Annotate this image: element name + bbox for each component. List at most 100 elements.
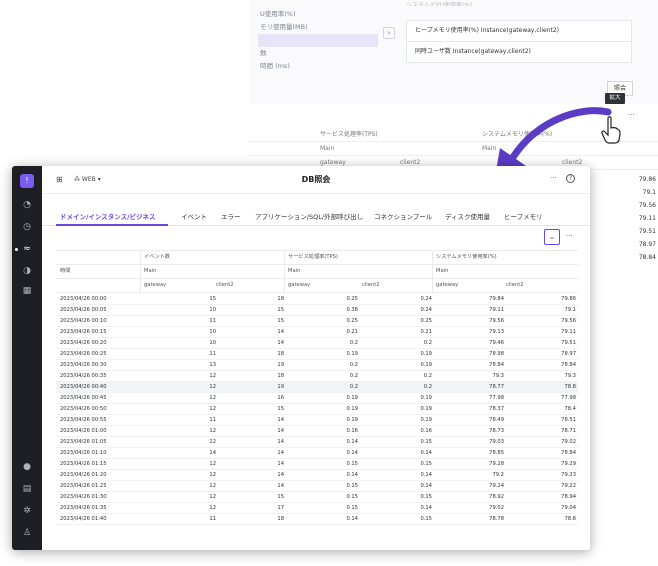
- report-icon[interactable]: ▦: [22, 286, 32, 296]
- cell-value: 0.14: [346, 472, 358, 478]
- cell-value: 12: [209, 439, 216, 445]
- col-main: Main: [436, 268, 449, 274]
- cell-value: 12: [209, 494, 216, 500]
- cell-value: 17: [277, 505, 284, 511]
- cell-value: 13: [209, 362, 216, 368]
- tab-error[interactable]: エラー: [221, 211, 241, 221]
- clock-icon[interactable]: ◷: [22, 222, 32, 232]
- expand-chevron-button[interactable]: ⌄: [544, 229, 560, 245]
- cell-value: 19: [277, 384, 284, 390]
- cell-time: 2023/04/26 01:10: [60, 450, 107, 456]
- table-row[interactable]: 2023/04/26 00:30 13 19 0.2 0.19 78.84 78.84: [56, 360, 578, 371]
- cell-value: 79.1: [564, 307, 576, 313]
- bell-icon[interactable]: ●: [22, 462, 32, 472]
- table-row[interactable]: 2023/04/26 01:35 12 17 0.15 0.14 79.02 79.04: [56, 503, 578, 514]
- table-row[interactable]: 2023/04/26 01:00 12 14 0.16 0.16 78.73 78.71: [56, 426, 578, 437]
- bg-side-value: 78.84: [638, 254, 656, 261]
- cell-value: 0.16: [346, 428, 358, 434]
- cell-time: 2023/04/26 01:25: [60, 483, 107, 489]
- analysis-icon[interactable]: ≈: [22, 244, 32, 254]
- cell-time: 2023/04/26 00:20: [60, 340, 107, 346]
- cell-value: 0.21: [420, 329, 432, 335]
- col-gateway: gateway: [436, 282, 459, 288]
- cell-value: 0.15: [420, 439, 432, 445]
- cell-value: 12: [209, 373, 216, 379]
- table-row[interactable]: 2023/04/26 00:35 12 18 0.2 0.2 79.3 79.3: [56, 371, 578, 382]
- table-row[interactable]: 2023/04/26 01:20 12 14 0.14 0.14 79.2 79.23: [56, 470, 578, 481]
- cell-value: 79.22: [561, 483, 576, 489]
- cell-value: 11: [209, 351, 216, 357]
- pie-chart-icon[interactable]: ◑: [22, 266, 32, 276]
- table-row[interactable]: 2023/04/26 01:05 12 14 0.14 0.15 79.03 79.02: [56, 437, 578, 448]
- dashboard-gauge-icon[interactable]: ◔: [22, 200, 32, 210]
- tab-application-sql[interactable]: アプリケーション/SQL/外部呼び出し: [255, 211, 363, 221]
- active-indicator: [15, 248, 18, 251]
- table-row[interactable]: 2023/04/26 00:45 12 16 0.19 0.19 77.98 77.98: [56, 393, 578, 404]
- cell-value: 0.24: [420, 296, 432, 302]
- tab-disk-usage[interactable]: ディスク使用量: [445, 211, 490, 221]
- table-row[interactable]: 2023/04/26 00:55 11 14 0.19 0.19 78.49 78.51: [56, 415, 578, 426]
- cell-value: 0.19: [420, 417, 432, 423]
- cell-value: 0.2: [349, 384, 358, 390]
- bg-selected-chip[interactable]: ヒープメモリ使用率(%) Instance(gateway,client2): [406, 20, 632, 42]
- cell-value: 0.14: [420, 483, 432, 489]
- table-row[interactable]: 2023/04/26 00:05 10 15 0.38 0.24 79.11 79.1: [56, 305, 578, 316]
- cell-time: 2023/04/26 01:20: [60, 472, 107, 478]
- table-row[interactable]: 2023/04/26 00:00 15 18 0.25 0.24 79.84 79.86: [56, 294, 578, 305]
- bg-metric-item[interactable]: 数: [258, 47, 378, 60]
- table-row[interactable]: 2023/04/26 00:10 11 15 0.25 0.25 79.56 79.56: [56, 316, 578, 327]
- col-client2: client2: [362, 282, 380, 288]
- bg-selected-chip[interactable]: 同時ユーザ数 Instance(gateway,client2): [406, 41, 632, 63]
- db-inquiry-window: ! ◔ ◷ ≈ ◑ ▦ ● ▤ ✲ ♙ ⊞ ⁂ WEB ▾ DB照会 ··· ?…: [12, 166, 590, 550]
- gear-icon[interactable]: ✲: [22, 506, 32, 516]
- cell-value: 12: [209, 505, 216, 511]
- user-icon[interactable]: ♙: [22, 528, 32, 538]
- col-group-sysmem: システムメモリ使用率(%): [436, 254, 497, 260]
- cell-value: 79.56: [561, 318, 576, 324]
- table-row[interactable]: 2023/04/26 01:40 11 18 0.14 0.15 78.78 78.8: [56, 514, 578, 525]
- cell-value: 0.15: [346, 461, 358, 467]
- table-row[interactable]: 2023/04/26 00:50 12 15 0.19 0.19 78.37 78.4: [56, 404, 578, 415]
- tab-connection-pool[interactable]: コネクションプール: [374, 211, 432, 221]
- cell-value: 0.15: [420, 494, 432, 500]
- cell-value: 79.28: [489, 461, 504, 467]
- table-row[interactable]: 2023/04/26 00:20 10 14 0.2 0.2 79.46 79.51: [56, 338, 578, 349]
- cell-value: 10: [209, 307, 216, 313]
- page-title: DB照会: [301, 175, 331, 184]
- col-gateway: gateway: [144, 282, 167, 288]
- bg-metric-item[interactable]: 時間 (ms): [258, 60, 378, 73]
- bg-main-label: Main: [320, 145, 335, 152]
- cell-value: 12: [209, 406, 216, 412]
- bg-metric-item-selected[interactable]: [258, 34, 378, 47]
- help-icon[interactable]: ?: [566, 174, 575, 183]
- tab-heap-memory[interactable]: ヒープメモリ: [504, 211, 543, 221]
- table-row[interactable]: 2023/04/26 00:25 11 18 0.19 0.19 78.98 78.97: [56, 349, 578, 360]
- cell-time: 2023/04/26 01:40: [60, 516, 107, 522]
- cell-value: 0.16: [420, 428, 432, 434]
- table-row[interactable]: 2023/04/26 00:15 10 14 0.21 0.21 79.13 79.11: [56, 327, 578, 338]
- table-row[interactable]: 2023/04/26 01:25 12 14 0.15 0.14 79.24 79.22: [56, 481, 578, 492]
- bg-metric-item[interactable]: U使用率(%): [258, 8, 378, 21]
- table-more-icon[interactable]: ···: [566, 232, 573, 240]
- more-icon[interactable]: ···: [550, 174, 557, 182]
- cell-value: 79.04: [561, 505, 576, 511]
- table-row[interactable]: 2023/04/26 01:15 12 14 0.15 0.15 79.28 79.29: [56, 459, 578, 470]
- cell-value: 15: [277, 318, 284, 324]
- cell-time: 2023/04/26 00:40: [60, 384, 107, 390]
- cell-value: 0.19: [346, 351, 358, 357]
- tab-event[interactable]: イベント: [181, 211, 207, 221]
- table-row[interactable]: 2023/04/26 00:40 12 19 0.2 0.2 78.77 78.8: [56, 382, 578, 393]
- cell-value: 0.19: [420, 362, 432, 368]
- app-logo-icon[interactable]: !: [20, 174, 34, 188]
- chat-icon[interactable]: ▤: [22, 484, 32, 494]
- cell-value: 0.19: [346, 406, 358, 412]
- cell-value: 19: [277, 362, 284, 368]
- table-row[interactable]: 2023/04/26 01:10 14 14 0.14 0.14 78.85 78.84: [56, 448, 578, 459]
- move-right-button[interactable]: ›: [383, 27, 395, 39]
- cell-time: 2023/04/26 01:05: [60, 439, 107, 445]
- tab-domain-instance-business[interactable]: ドメイン/インスタンス/ビジネス: [60, 211, 156, 221]
- cell-value: 16: [277, 395, 284, 401]
- table-row[interactable]: 2023/04/26 01:30 12 15 0.15 0.15 78.92 78.94: [56, 492, 578, 503]
- table-border: [56, 264, 578, 265]
- bg-metric-item[interactable]: モリ使用量(MB): [258, 21, 378, 34]
